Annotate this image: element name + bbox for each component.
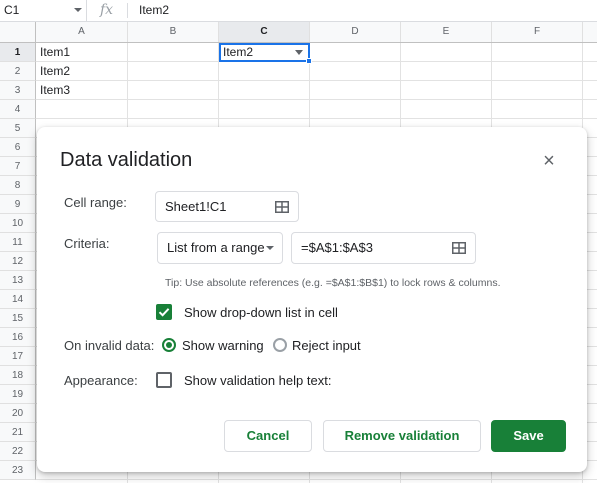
save-button[interactable]: Save [491, 420, 566, 452]
column-header-e[interactable]: E [401, 22, 492, 42]
row-header[interactable]: 22 [0, 442, 36, 461]
show-help-text-label[interactable]: Show validation help text: [184, 373, 331, 388]
reject-input-radio[interactable] [273, 338, 287, 352]
tip-text: Tip: Use absolute references (e.g. =$A$1… [165, 277, 501, 289]
show-help-text-checkbox[interactable] [156, 372, 172, 388]
row-header[interactable]: 13 [0, 271, 36, 290]
cell-range-input[interactable]: Sheet1!C1 [155, 191, 299, 222]
reject-input-label[interactable]: Reject input [292, 338, 361, 353]
column-header-c[interactable]: C [219, 22, 310, 42]
criteria-range-value: =$A$1:$A$3 [301, 240, 373, 255]
dialog-title: Data validation [60, 149, 193, 171]
column-header-b[interactable]: B [128, 22, 219, 42]
on-invalid-data-label: On invalid data: [64, 338, 155, 353]
row-header[interactable]: 10 [0, 214, 36, 233]
row-header[interactable]: 3 [0, 81, 36, 100]
appearance-label: Appearance: [64, 373, 138, 388]
cell-dropdown-chevron-icon[interactable] [295, 50, 303, 55]
criteria-range-input[interactable]: =$A$1:$A$3 [291, 232, 476, 264]
checkmark-icon [158, 308, 170, 317]
cell-a3[interactable]: Item3 [37, 81, 127, 100]
row-header[interactable]: 2 [0, 62, 36, 81]
column-headers: A B C D E F [0, 22, 597, 43]
cell-range-label: Cell range: [64, 195, 127, 210]
row-header[interactable]: 18 [0, 366, 36, 385]
cell-a1[interactable]: Item1 [37, 43, 127, 62]
row-header[interactable]: 6 [0, 138, 36, 157]
criteria-type-dropdown[interactable]: List from a range [157, 232, 283, 264]
row-header[interactable]: 4 [0, 100, 36, 119]
row-header[interactable]: 8 [0, 176, 36, 195]
formula-input[interactable]: Item2 [139, 0, 169, 21]
fx-icon: fx [100, 2, 114, 18]
select-range-grid-icon[interactable] [452, 242, 466, 254]
select-range-grid-icon[interactable] [275, 201, 289, 213]
row-header[interactable]: 1 [0, 43, 36, 62]
row-header[interactable]: 21 [0, 423, 36, 442]
column-header-d[interactable]: D [310, 22, 401, 42]
cancel-button[interactable]: Cancel [224, 420, 312, 452]
show-dropdown-label[interactable]: Show drop-down list in cell [184, 305, 338, 320]
show-warning-label[interactable]: Show warning [182, 338, 264, 353]
show-warning-radio[interactable] [162, 338, 176, 352]
chevron-down-icon [266, 246, 274, 250]
row-header[interactable]: 11 [0, 233, 36, 252]
row-header[interactable]: 5 [0, 119, 36, 138]
select-all-corner[interactable] [0, 22, 36, 42]
criteria-label: Criteria: [64, 236, 110, 251]
fill-handle[interactable] [306, 58, 312, 64]
row-header[interactable]: 17 [0, 347, 36, 366]
row-header[interactable]: 12 [0, 252, 36, 271]
data-validation-dialog: Data validation × Cell range: Sheet1!C1 … [37, 127, 587, 472]
row-header[interactable]: 9 [0, 195, 36, 214]
criteria-type-value: List from a range [167, 240, 265, 255]
row-header[interactable]: 14 [0, 290, 36, 309]
row-header[interactable]: 15 [0, 309, 36, 328]
column-header-a[interactable]: A [36, 22, 128, 42]
column-header-f[interactable]: F [492, 22, 583, 42]
row-header[interactable]: 19 [0, 385, 36, 404]
row-header[interactable]: 16 [0, 328, 36, 347]
close-icon[interactable]: × [537, 149, 561, 173]
name-box-value: C1 [4, 3, 20, 17]
formula-bar: C1 fx Item2 [0, 0, 597, 22]
name-box-dropdown-icon[interactable] [74, 8, 82, 12]
formula-divider [127, 3, 128, 18]
row-header[interactable]: 23 [0, 461, 36, 480]
remove-validation-button[interactable]: Remove validation [323, 420, 481, 452]
cell-a2[interactable]: Item2 [37, 62, 127, 81]
row-header[interactable]: 20 [0, 404, 36, 423]
cell-range-value: Sheet1!C1 [165, 199, 227, 214]
row-header[interactable]: 7 [0, 157, 36, 176]
show-dropdown-checkbox[interactable] [156, 304, 172, 320]
